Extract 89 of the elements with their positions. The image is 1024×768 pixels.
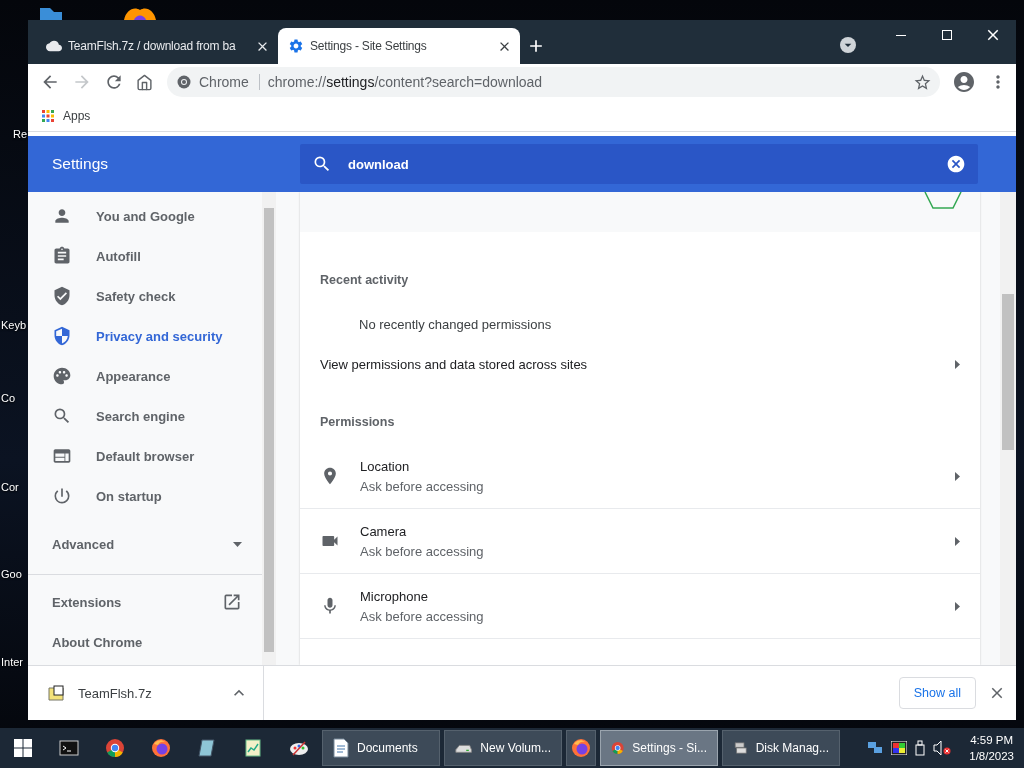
taskbar-window-button[interactable]: Disk Manag... xyxy=(722,730,840,766)
empty-message: No recently changed permissions xyxy=(358,317,553,332)
download-item[interactable]: TeamFlsh.7z xyxy=(28,666,264,720)
sidebar-item[interactable]: You and Google xyxy=(28,196,262,236)
sidebar-item[interactable]: Safety check xyxy=(28,276,262,316)
sidebar-item[interactable]: Appearance xyxy=(28,356,262,396)
chrome-logo-icon xyxy=(105,738,125,758)
permission-row[interactable]: Camera Ask before accessing xyxy=(300,509,980,574)
network-icon[interactable] xyxy=(867,741,884,755)
sidebar-link[interactable]: Extensions xyxy=(28,582,262,622)
spreadsheet-icon xyxy=(243,738,263,758)
taskbar-window-button[interactable]: New Volum... xyxy=(444,730,562,766)
search-bar[interactable]: download xyxy=(300,144,978,184)
permission-status: Ask before accessing xyxy=(360,543,485,559)
chrome-logo-icon xyxy=(177,75,191,89)
profile-avatar-icon[interactable] xyxy=(952,70,976,94)
sidebar-item[interactable]: Search engine xyxy=(28,396,262,436)
notebook-icon xyxy=(197,738,217,758)
firefox-logo-icon xyxy=(151,738,171,758)
permission-name: Microphone xyxy=(360,588,429,604)
caret-icon xyxy=(233,541,242,547)
home-icon[interactable] xyxy=(136,73,153,91)
all-sites-row[interactable]: View permissions and data stored across sites xyxy=(300,340,980,388)
search-icon xyxy=(312,154,332,174)
palette-icon xyxy=(52,366,72,386)
cloud-icon xyxy=(46,38,62,54)
document-icon xyxy=(333,738,349,758)
browser-window-icon xyxy=(52,446,72,466)
permission-status: Ask before accessing xyxy=(360,478,485,494)
caret-right-icon xyxy=(955,536,960,546)
desktop-icon-label: Inter xyxy=(1,656,23,668)
firefox-logo-icon xyxy=(571,738,591,758)
permission-row[interactable]: Microphone Ask before accessing xyxy=(300,574,980,639)
apps-grid-icon xyxy=(42,109,54,122)
clear-search-icon[interactable] xyxy=(946,154,966,174)
desktop-icon-label: Goo xyxy=(1,568,22,580)
reload-icon[interactable] xyxy=(104,72,124,92)
permission-row[interactable]: Location Ask before accessing xyxy=(300,444,980,509)
sidebar-item[interactable]: On startup xyxy=(28,476,262,516)
permission-name: Camera xyxy=(360,523,408,539)
scrollbar[interactable] xyxy=(1000,192,1016,665)
site-chip: Chrome xyxy=(199,74,260,90)
taskbar-window-button[interactable] xyxy=(566,730,596,766)
power-icon xyxy=(52,486,72,506)
color-grid-icon[interactable] xyxy=(891,741,908,755)
sidebar-item[interactable]: Autofill xyxy=(28,236,262,276)
windows-logo-icon xyxy=(14,739,32,757)
taskbar-window-button[interactable]: Documents xyxy=(322,730,440,766)
tab-search-icon[interactable] xyxy=(840,37,856,53)
browser-tab[interactable]: Settings - Site Settings xyxy=(278,28,520,64)
url-text: chrome://settings/content?search=download xyxy=(267,74,544,90)
desktop-icon-label: Re xyxy=(13,128,28,140)
shield-check-icon xyxy=(52,286,72,306)
scrollbar[interactable] xyxy=(262,192,276,665)
settings-title: Settings xyxy=(51,155,109,173)
bookmark-item[interactable]: Apps xyxy=(42,108,91,123)
taskbar-window-button[interactable]: Settings - Si... xyxy=(600,730,718,766)
minimize-icon[interactable] xyxy=(896,34,906,36)
caret-right-icon xyxy=(955,359,960,369)
advanced-toggle[interactable]: Advanced xyxy=(28,524,262,564)
desktop-icon-label: Keyb xyxy=(1,319,27,331)
star-icon[interactable] xyxy=(913,72,932,92)
sidebar-link[interactable]: About Chrome xyxy=(28,622,262,662)
search-icon xyxy=(52,406,72,426)
desktop-icon-label: Cor xyxy=(1,481,19,493)
sidebar-item[interactable]: Privacy and security xyxy=(28,316,262,356)
hexagon-drawing xyxy=(924,192,962,210)
section-heading: Permissions xyxy=(319,414,396,430)
archive-file-icon xyxy=(48,685,66,701)
sidebar-item[interactable]: Default browser xyxy=(28,436,262,476)
caret-right-icon xyxy=(955,471,960,481)
clock[interactable]: 4:59 PM 1/8/2023 xyxy=(969,732,1014,764)
section-heading: Recent activity xyxy=(319,272,410,288)
terminal-icon xyxy=(59,738,79,758)
permission-status: Ask before accessing xyxy=(360,608,485,624)
maximize-icon[interactable] xyxy=(942,30,952,40)
shield-icon xyxy=(52,326,72,346)
firefox-logo-icon xyxy=(124,8,156,20)
search-field[interactable]: download xyxy=(346,155,932,173)
usb-device-icon[interactable] xyxy=(915,740,926,756)
desktop-icon-label: Co xyxy=(1,392,16,404)
speaker-muted-icon[interactable] xyxy=(933,740,952,756)
caret-right-icon xyxy=(955,601,960,611)
gear-icon xyxy=(288,38,304,54)
permission-name: Location xyxy=(360,458,411,474)
clipboard-icon xyxy=(52,246,72,266)
show-all-button[interactable]: Show all xyxy=(898,677,976,709)
address-bar[interactable]: Chrome chrome://settings/content?search=download xyxy=(167,67,940,97)
browser-tab[interactable]: TeamFlsh.7z / download from ba xyxy=(36,28,278,64)
